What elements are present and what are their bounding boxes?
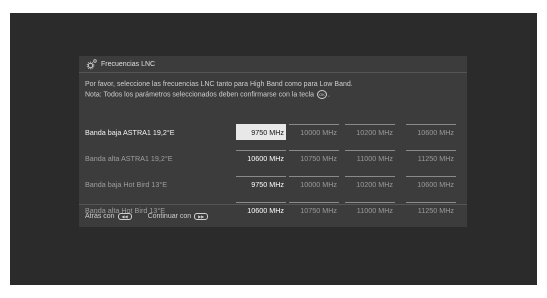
row-label: Banda alta ASTRA1 19,2°E [85,154,173,163]
row-low-band-hotbird[interactable]: Banda baja Hot Bird 13°E 9750 MHz 10000 … [79,176,467,202]
lnc-frequencies-dialog: Frecuencias LNC Por favor, seleccione la… [79,56,467,227]
freq-option[interactable]: 9750 MHz [236,124,286,140]
dialog-titlebar: Frecuencias LNC [79,56,467,73]
freq-option[interactable]: 10000 MHz [289,124,339,140]
freq-option[interactable]: 10600 MHz [406,124,456,140]
row-label: Banda baja Hot Bird 13°E [85,180,167,189]
message-line-2-end: . [328,91,330,99]
dialog-message: Por favor, seleccione las frecuencias LN… [79,73,467,100]
freq-option[interactable]: 10200 MHz [345,124,395,140]
freq-option[interactable]: 10000 MHz [289,176,339,192]
gear-icon [86,58,98,70]
dialog-footer: Atrás con ◀◀ Continuar con ▶▶ [79,204,467,227]
forward-key-icon: ▶▶ [194,212,209,220]
freq-option[interactable]: 10600 MHz [406,176,456,192]
rewind-key-icon: ◀◀ [117,212,132,220]
freq-option[interactable]: 10750 MHz [289,150,339,166]
row-low-band-astra[interactable]: Banda baja ASTRA1 19,2°E 9750 MHz 10000 … [79,124,467,150]
freq-option[interactable]: 11250 MHz [406,150,456,166]
message-line-1: Por favor, seleccione las frecuencias LN… [85,81,353,88]
ok-key-icon: OK [317,90,328,99]
back-label: Atrás con [85,212,115,220]
row-label: Banda baja ASTRA1 19,2°E [85,128,175,137]
row-high-band-astra[interactable]: Banda alta ASTRA1 19,2°E 10600 MHz 10750… [79,150,467,176]
back-button[interactable]: Atrás con ◀◀ [85,212,132,220]
continue-button[interactable]: Continuar con ▶▶ [147,212,209,220]
freq-option[interactable]: 10600 MHz [236,150,286,166]
freq-option[interactable]: 10200 MHz [345,176,395,192]
freq-option[interactable]: 11000 MHz [345,150,395,166]
freq-option[interactable]: 9750 MHz [236,176,286,192]
message-line-2-text: Nota: Todos los parámetros seleccionados… [85,91,315,99]
dialog-title: Frecuencias LNC [101,60,156,68]
message-line-2: Nota: Todos los parámetros seleccionados… [85,90,467,100]
continue-label: Continuar con [147,212,192,220]
